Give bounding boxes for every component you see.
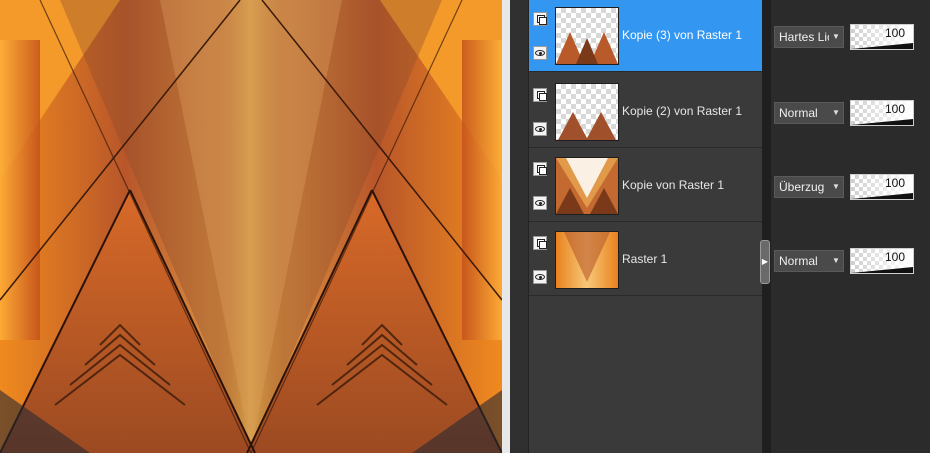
panel-left-strip <box>510 0 529 453</box>
blend-mode-value: Normal <box>779 254 818 268</box>
layer-name: Kopie (2) von Raster 1 <box>622 104 743 118</box>
layer-props-row: Überzug ▼ 100 <box>771 150 930 222</box>
chevron-down-icon: ▼ <box>829 251 843 271</box>
opacity-slider[interactable]: 100 <box>850 100 914 126</box>
layer-props-row: Hartes Licht ▼ 100 <box>771 0 930 72</box>
eye-icon[interactable] <box>533 196 547 210</box>
opacity-value: 100 <box>884 250 905 264</box>
layer-name: Kopie (3) von Raster 1 <box>622 28 743 42</box>
opacity-wedge <box>851 193 913 199</box>
blend-mode-select[interactable]: Normal ▼ <box>774 250 844 272</box>
eye-icon[interactable] <box>533 46 547 60</box>
blend-mode-select[interactable]: Überzug ▼ <box>774 176 844 198</box>
opacity-slider[interactable]: 100 <box>850 174 914 200</box>
layer-properties: Hartes Licht ▼ 100 Normal ▼ 100 Überzug … <box>771 0 930 453</box>
blend-mode-value: Normal <box>779 106 818 120</box>
layer-thumbnail <box>555 231 619 289</box>
layer-thumbnail <box>555 7 619 65</box>
layer-props-row: Normal ▼ 100 <box>771 76 930 148</box>
artwork-image <box>0 0 502 453</box>
blend-mode-select[interactable]: Normal ▼ <box>774 102 844 124</box>
canvas-gutter <box>502 0 510 453</box>
layer-group-icon[interactable] <box>533 12 547 26</box>
layer-name: Kopie von Raster 1 <box>622 178 725 192</box>
opacity-slider[interactable]: 100 <box>850 24 914 50</box>
layers-list[interactable]: Kopie (3) von Raster 1 Kopie (2) von Ras… <box>529 0 762 453</box>
eye-icon[interactable] <box>533 122 547 136</box>
layer-props-row: Normal ▼ 100 <box>771 224 930 296</box>
artwork-canvas[interactable] <box>0 0 502 453</box>
opacity-wedge <box>851 119 913 125</box>
chevron-down-icon: ▼ <box>829 103 843 123</box>
canvas-area[interactable] <box>0 0 510 453</box>
layers-panel: Kopie (3) von Raster 1 Kopie (2) von Ras… <box>510 0 930 453</box>
blend-mode-select[interactable]: Hartes Licht ▼ <box>774 26 844 48</box>
layer-group-icon[interactable] <box>533 88 547 102</box>
opacity-value: 100 <box>884 26 905 40</box>
layer-row-kopie[interactable]: Kopie von Raster 1 <box>529 150 762 222</box>
layer-row-kopie-3[interactable]: Kopie (3) von Raster 1 <box>529 0 762 72</box>
blend-mode-value: Überzug <box>779 180 825 194</box>
layer-name: Raster 1 <box>622 252 668 266</box>
layer-row-kopie-2[interactable]: Kopie (2) von Raster 1 <box>529 76 762 148</box>
panel-splitter[interactable]: ▶ <box>760 0 771 453</box>
opacity-value: 100 <box>884 102 905 116</box>
chevron-down-icon: ▼ <box>829 27 843 47</box>
layer-thumbnail <box>555 157 619 215</box>
chevron-right-icon[interactable]: ▶ <box>760 240 770 284</box>
layer-group-icon[interactable] <box>533 162 547 176</box>
opacity-value: 100 <box>884 176 905 190</box>
layer-group-icon[interactable] <box>533 236 547 250</box>
eye-icon[interactable] <box>533 270 547 284</box>
layer-thumbnail <box>555 83 619 141</box>
opacity-wedge <box>851 43 913 49</box>
opacity-wedge <box>851 267 913 273</box>
opacity-slider[interactable]: 100 <box>850 248 914 274</box>
layer-row-raster-1[interactable]: Raster 1 <box>529 224 762 296</box>
chevron-down-icon: ▼ <box>829 177 843 197</box>
